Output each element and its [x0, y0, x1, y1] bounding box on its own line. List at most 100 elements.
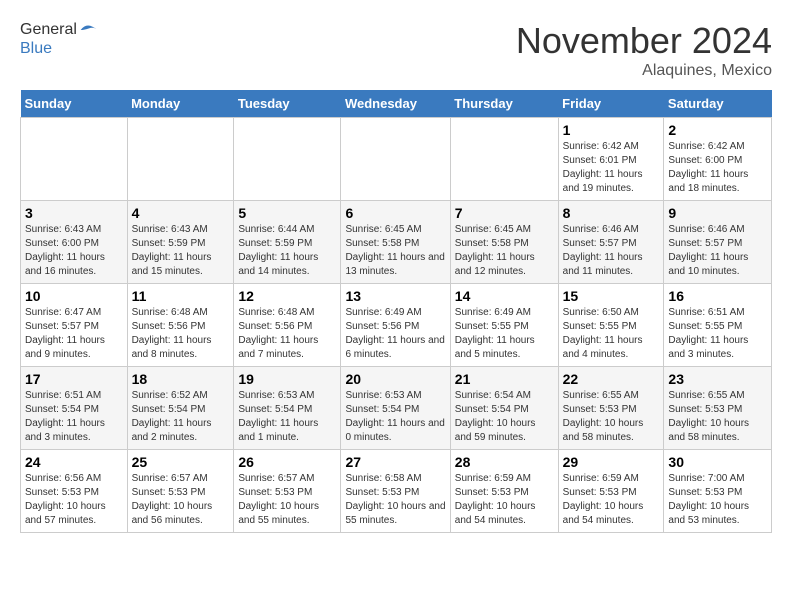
- calendar-week-5: 24Sunrise: 6:56 AM Sunset: 5:53 PM Dayli…: [21, 450, 772, 533]
- day-info: Sunrise: 6:48 AM Sunset: 5:56 PM Dayligh…: [238, 306, 336, 362]
- day-number: 8: [563, 205, 660, 221]
- logo: General Blue: [20, 20, 99, 58]
- day-info: Sunrise: 6:57 AM Sunset: 5:53 PM Dayligh…: [238, 472, 336, 528]
- header-friday: Friday: [558, 90, 664, 118]
- calendar-header-row: SundayMondayTuesdayWednesdayThursdayFrid…: [21, 90, 772, 118]
- day-number: 23: [668, 371, 767, 387]
- day-info: Sunrise: 6:52 AM Sunset: 5:54 PM Dayligh…: [132, 389, 230, 445]
- day-info: Sunrise: 6:45 AM Sunset: 5:58 PM Dayligh…: [455, 223, 554, 279]
- day-info: Sunrise: 6:58 AM Sunset: 5:53 PM Dayligh…: [345, 472, 445, 528]
- day-info: Sunrise: 6:55 AM Sunset: 5:53 PM Dayligh…: [668, 389, 767, 445]
- day-info: Sunrise: 6:47 AM Sunset: 5:57 PM Dayligh…: [25, 306, 123, 362]
- calendar-cell: 15 Sunrise: 6:50 AM Sunset: 5:55 PM Dayli…: [558, 284, 664, 367]
- day-info: Sunrise: 6:55 AM Sunset: 5:53 PM Dayligh…: [563, 389, 660, 445]
- calendar-cell: [234, 118, 341, 201]
- day-info: Sunrise: 6:59 AM Sunset: 5:53 PM Dayligh…: [455, 472, 554, 528]
- calendar-cell: 29 Sunrise: 6:59 AM Sunset: 5:53 PM Dayli…: [558, 450, 664, 533]
- calendar-cell: 3 Sunrise: 6:43 AM Sunset: 6:00 PM Daylig…: [21, 201, 128, 284]
- calendar-cell: [21, 118, 128, 201]
- calendar-cell: 8 Sunrise: 6:46 AM Sunset: 5:57 PM Daylig…: [558, 201, 664, 284]
- day-number: 28: [455, 454, 554, 470]
- calendar-cell: 7 Sunrise: 6:45 AM Sunset: 5:58 PM Daylig…: [450, 201, 558, 284]
- title-section: November 2024 Alaquines, Mexico: [516, 20, 772, 80]
- day-info: Sunrise: 6:46 AM Sunset: 5:57 PM Dayligh…: [563, 223, 660, 279]
- day-info: Sunrise: 6:42 AM Sunset: 6:00 PM Dayligh…: [668, 140, 767, 196]
- calendar-cell: 5 Sunrise: 6:44 AM Sunset: 5:59 PM Daylig…: [234, 201, 341, 284]
- calendar-cell: 9Sunrise: 6:46 AM Sunset: 5:57 PM Daylig…: [664, 201, 772, 284]
- calendar-cell: 18 Sunrise: 6:52 AM Sunset: 5:54 PM Dayli…: [127, 367, 234, 450]
- calendar-cell: 27 Sunrise: 6:58 AM Sunset: 5:53 PM Dayli…: [341, 450, 450, 533]
- day-number: 4: [132, 205, 230, 221]
- header-thursday: Thursday: [450, 90, 558, 118]
- day-number: 9: [668, 205, 767, 221]
- day-number: 21: [455, 371, 554, 387]
- day-info: Sunrise: 6:44 AM Sunset: 5:59 PM Dayligh…: [238, 223, 336, 279]
- page-header: General Blue November 2024 Alaquines, Me…: [20, 20, 772, 80]
- day-info: Sunrise: 6:59 AM Sunset: 5:53 PM Dayligh…: [563, 472, 660, 528]
- calendar-cell: 25Sunrise: 6:57 AM Sunset: 5:53 PM Dayli…: [127, 450, 234, 533]
- day-info: Sunrise: 6:51 AM Sunset: 5:54 PM Dayligh…: [25, 389, 123, 445]
- calendar-cell: 2Sunrise: 6:42 AM Sunset: 6:00 PM Daylig…: [664, 118, 772, 201]
- day-number: 17: [25, 371, 123, 387]
- day-info: Sunrise: 6:51 AM Sunset: 5:55 PM Dayligh…: [668, 306, 767, 362]
- day-info: Sunrise: 6:43 AM Sunset: 5:59 PM Dayligh…: [132, 223, 230, 279]
- day-number: 16: [668, 288, 767, 304]
- calendar-cell: 12 Sunrise: 6:48 AM Sunset: 5:56 PM Dayli…: [234, 284, 341, 367]
- header-wednesday: Wednesday: [341, 90, 450, 118]
- day-info: Sunrise: 6:53 AM Sunset: 5:54 PM Dayligh…: [345, 389, 445, 445]
- day-info: Sunrise: 6:50 AM Sunset: 5:55 PM Dayligh…: [563, 306, 660, 362]
- header-tuesday: Tuesday: [234, 90, 341, 118]
- logo-general-text: General: [20, 21, 77, 39]
- calendar-cell: 22 Sunrise: 6:55 AM Sunset: 5:53 PM Dayli…: [558, 367, 664, 450]
- day-number: 1: [563, 122, 660, 138]
- calendar-cell: 21Sunrise: 6:54 AM Sunset: 5:54 PM Dayli…: [450, 367, 558, 450]
- calendar-cell: 20Sunrise: 6:53 AM Sunset: 5:54 PM Dayli…: [341, 367, 450, 450]
- day-number: 27: [345, 454, 445, 470]
- calendar-week-1: 1Sunrise: 6:42 AM Sunset: 6:01 PM Daylig…: [21, 118, 772, 201]
- calendar-cell: 13Sunrise: 6:49 AM Sunset: 5:56 PM Dayli…: [341, 284, 450, 367]
- day-number: 26: [238, 454, 336, 470]
- day-info: Sunrise: 6:43 AM Sunset: 6:00 PM Dayligh…: [25, 223, 123, 279]
- logo-blue-text: Blue: [20, 40, 99, 58]
- calendar-week-2: 3 Sunrise: 6:43 AM Sunset: 6:00 PM Daylig…: [21, 201, 772, 284]
- day-info: Sunrise: 6:49 AM Sunset: 5:56 PM Dayligh…: [345, 306, 445, 362]
- logo-icon: [79, 20, 99, 40]
- calendar-cell: 24Sunrise: 6:56 AM Sunset: 5:53 PM Dayli…: [21, 450, 128, 533]
- calendar-cell: 19 Sunrise: 6:53 AM Sunset: 5:54 PM Dayli…: [234, 367, 341, 450]
- day-number: 15: [563, 288, 660, 304]
- calendar-table: SundayMondayTuesdayWednesdayThursdayFrid…: [20, 90, 772, 533]
- day-number: 7: [455, 205, 554, 221]
- calendar-cell: [127, 118, 234, 201]
- calendar-cell: 17 Sunrise: 6:51 AM Sunset: 5:54 PM Dayli…: [21, 367, 128, 450]
- calendar-cell: 4 Sunrise: 6:43 AM Sunset: 5:59 PM Daylig…: [127, 201, 234, 284]
- header-saturday: Saturday: [664, 90, 772, 118]
- calendar-week-3: 10 Sunrise: 6:47 AM Sunset: 5:57 PM Dayli…: [21, 284, 772, 367]
- calendar-cell: 26 Sunrise: 6:57 AM Sunset: 5:53 PM Dayli…: [234, 450, 341, 533]
- day-number: 10: [25, 288, 123, 304]
- day-number: 29: [563, 454, 660, 470]
- calendar-cell: 1Sunrise: 6:42 AM Sunset: 6:01 PM Daylig…: [558, 118, 664, 201]
- day-number: 24: [25, 454, 123, 470]
- calendar-cell: 10 Sunrise: 6:47 AM Sunset: 5:57 PM Dayli…: [21, 284, 128, 367]
- day-number: 3: [25, 205, 123, 221]
- header-sunday: Sunday: [21, 90, 128, 118]
- day-info: Sunrise: 6:53 AM Sunset: 5:54 PM Dayligh…: [238, 389, 336, 445]
- calendar-cell: 11Sunrise: 6:48 AM Sunset: 5:56 PM Dayli…: [127, 284, 234, 367]
- header-monday: Monday: [127, 90, 234, 118]
- day-number: 19: [238, 371, 336, 387]
- day-number: 6: [345, 205, 445, 221]
- month-title: November 2024: [516, 20, 772, 62]
- calendar-cell: [341, 118, 450, 201]
- day-info: Sunrise: 6:57 AM Sunset: 5:53 PM Dayligh…: [132, 472, 230, 528]
- day-number: 22: [563, 371, 660, 387]
- day-info: Sunrise: 6:48 AM Sunset: 5:56 PM Dayligh…: [132, 306, 230, 362]
- day-number: 5: [238, 205, 336, 221]
- day-info: Sunrise: 6:49 AM Sunset: 5:55 PM Dayligh…: [455, 306, 554, 362]
- day-number: 30: [668, 454, 767, 470]
- calendar-cell: [450, 118, 558, 201]
- calendar-cell: 30Sunrise: 7:00 AM Sunset: 5:53 PM Dayli…: [664, 450, 772, 533]
- day-number: 18: [132, 371, 230, 387]
- calendar-cell: 6Sunrise: 6:45 AM Sunset: 5:58 PM Daylig…: [341, 201, 450, 284]
- calendar-week-4: 17 Sunrise: 6:51 AM Sunset: 5:54 PM Dayli…: [21, 367, 772, 450]
- day-number: 12: [238, 288, 336, 304]
